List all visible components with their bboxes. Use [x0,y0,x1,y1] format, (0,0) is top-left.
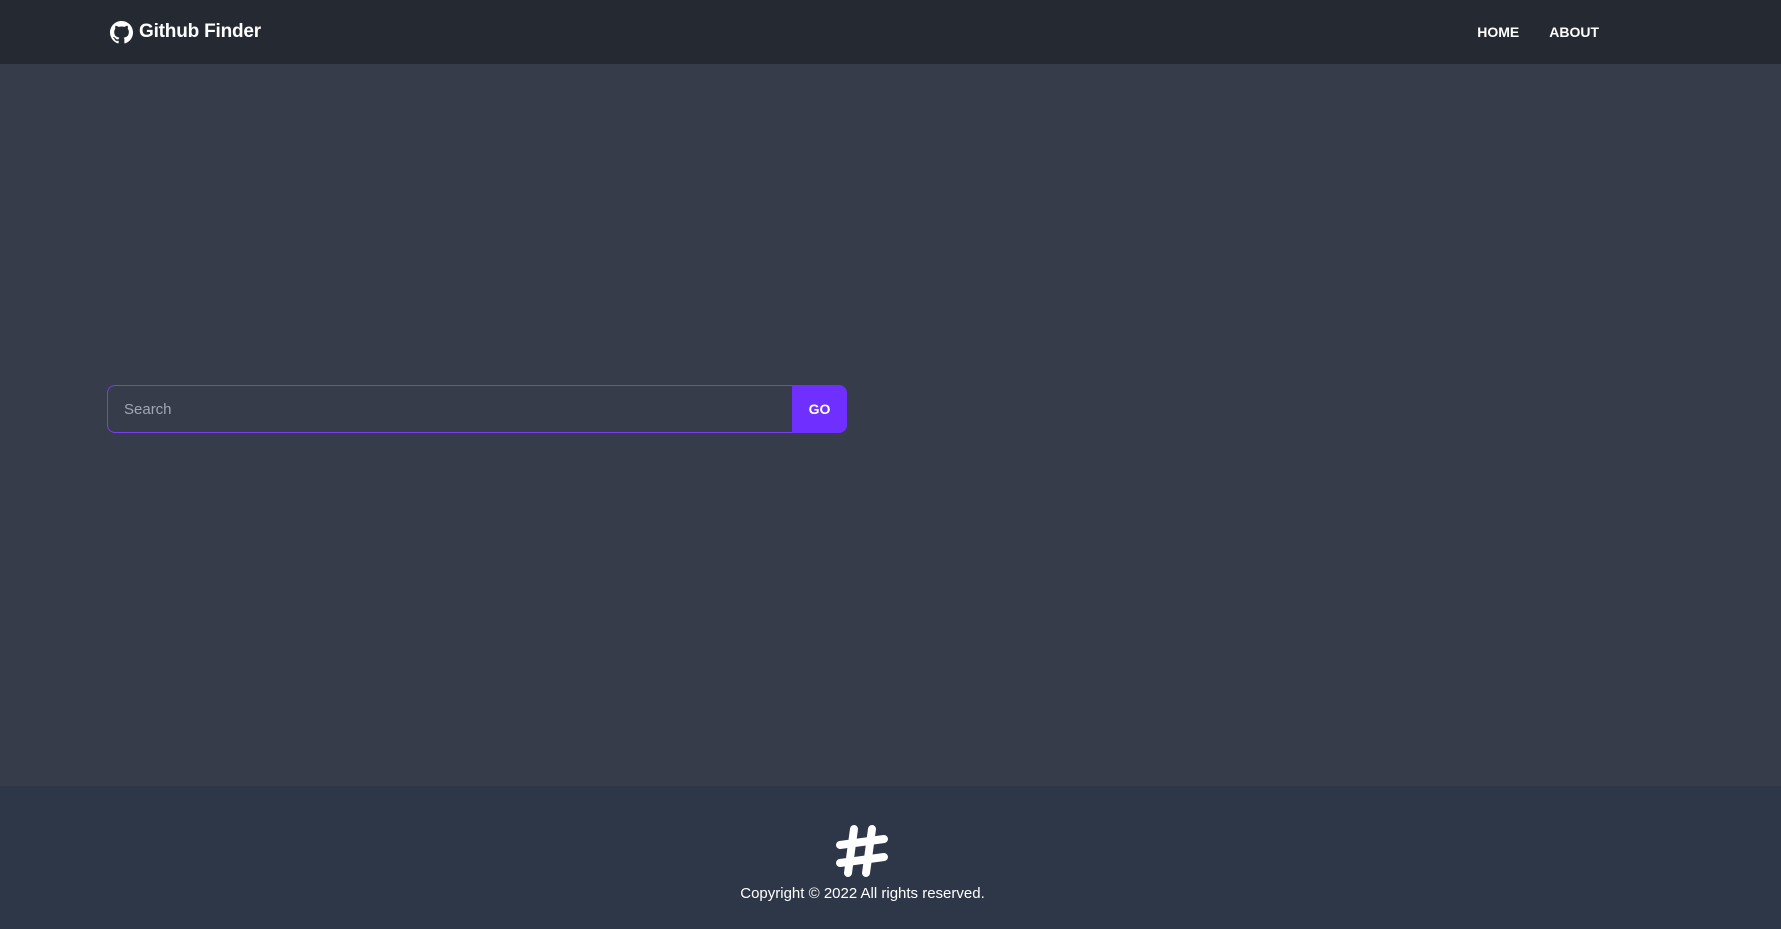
brand-title: Github Finder [139,21,261,42]
github-icon [110,20,133,44]
brand-link[interactable]: Github Finder [110,0,261,64]
go-button[interactable]: GO [792,385,847,433]
search-input[interactable] [107,385,792,433]
nav-home-link[interactable]: HOME [1473,16,1523,48]
slack-hash-icon [834,823,890,879]
search-form: GO [107,385,847,433]
main-content: GO [0,64,1781,786]
navbar: Github Finder HOME ABOUT [0,0,1781,64]
footer: Copyright © 2022 All rights reserved. [0,786,1781,929]
nav-about-link[interactable]: ABOUT [1545,16,1603,48]
copyright-text: Copyright © 2022 All rights reserved. [740,885,985,902]
nav-links: HOME ABOUT [1473,0,1603,64]
